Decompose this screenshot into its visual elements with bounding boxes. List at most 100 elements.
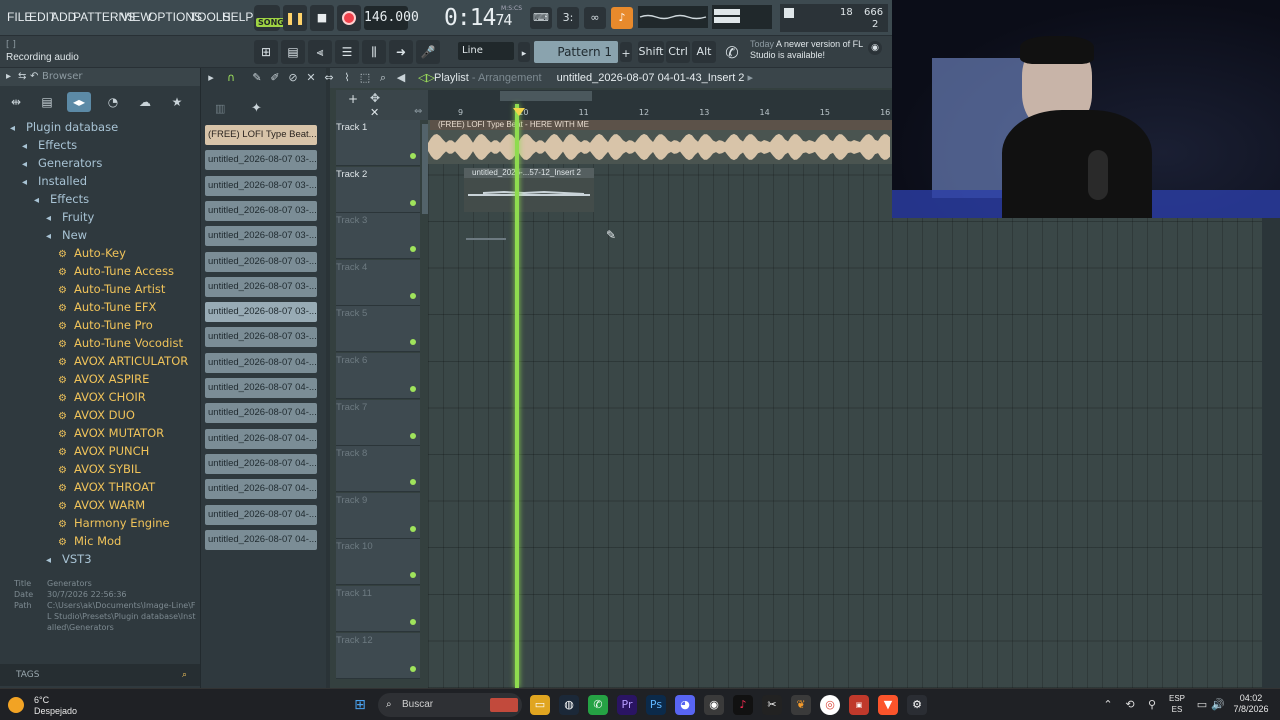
playlist-icon[interactable]: ☰ [335,40,359,64]
cpu-memory-panel[interactable]: 18 666 2 [780,4,888,32]
plugin-database-tab-icon[interactable]: ◂▸ [67,92,91,112]
small-clip-stub[interactable] [466,238,506,240]
clip-source-item[interactable]: untitled_2026-08-07 03-... [205,276,317,297]
clip-source-item[interactable]: untitled_2026-08-07 03-... [205,327,317,348]
clip-source-item[interactable]: untitled_2026-08-07 04-... [205,479,317,500]
clip-source-item[interactable]: untitled_2026-08-07 03-... [205,302,317,323]
tags-bar[interactable]: TAGS ⌕ [0,664,200,686]
vertical-scroll-thumb[interactable] [422,124,428,214]
favorites-icon[interactable]: ★ [165,92,189,112]
track-header[interactable]: Track 6 [336,353,420,399]
metronome-icon[interactable]: ♪ [611,7,633,29]
playhead-triangle-icon[interactable] [513,108,525,116]
menu-help[interactable]: HELP [222,10,253,26]
plugin-item[interactable]: ⚙ AVOX ASPIRE [58,370,149,388]
folder-item[interactable]: ◂ VST3 [46,550,92,568]
plugin-item[interactable]: ⚙ AVOX PUNCH [58,442,149,460]
horizontal-scroll-thumb[interactable] [500,91,592,101]
playback-tool-icon[interactable]: ◀ [394,71,408,85]
plugin-item[interactable]: ⚙ AVOX DUO [58,406,135,424]
plugin-item[interactable]: ⚙ Auto-Tune Pro [58,316,153,334]
track-header[interactable]: Track 10 [336,539,420,586]
folder-item[interactable]: ◂ New [46,226,87,244]
mixer-icon[interactable]: ⫼ [362,40,386,64]
file-explorer-icon[interactable]: ▭ [530,695,550,715]
clip-source-item[interactable]: untitled_2026-08-07 03-... [205,251,317,272]
song-mode-toggle[interactable]: SONG [254,5,286,31]
slice-tool-icon[interactable]: ⌇ [340,71,354,85]
pause-icon[interactable]: ❚❚ [283,5,307,31]
online-icon[interactable]: ◉ [868,41,882,55]
plugin-item[interactable]: ⚙ AVOX CHOIR [58,388,146,406]
track-mute-led-icon[interactable] [410,246,416,253]
add-track-icon[interactable]: + [348,92,358,106]
picker-icon-left[interactable]: ▥ [215,102,225,115]
clip-source-item[interactable]: untitled_2026-08-07 03-... [205,175,317,196]
clip-source-item[interactable]: untitled_2026-08-07 04-... [205,453,317,474]
track-mute-led-icon[interactable] [410,432,416,439]
track-mute-led-icon[interactable] [410,525,416,532]
paint-tool-icon[interactable]: ✐ [268,71,282,85]
plugin-item[interactable]: ⚙ Auto-Tune Vocodist [58,334,183,352]
plugin-item[interactable]: ⚙ Auto-Tune EFX [58,298,156,316]
clip-source-item[interactable]: untitled_2026-08-07 04-... [205,352,317,373]
show-hidden-icons-icon[interactable]: ⌃ [1098,695,1118,715]
news-panel[interactable]: Today A newer version of FL Studio is av… [750,39,866,65]
tiktok-icon[interactable]: ♪ [733,695,753,715]
arrow-icon[interactable]: ➜ [389,40,413,64]
track-header[interactable]: Track 2 [336,166,420,213]
video-editor-icon[interactable]: ▣ [849,695,869,715]
plugin-item[interactable]: ⚙ Auto-Tune Access [58,262,174,280]
folder-item[interactable]: ◂ Effects [22,136,77,154]
zoom-tool-icon[interactable]: ⌕ [376,71,390,85]
volume-icon[interactable]: 🔊 [1208,695,1228,715]
plugin-item[interactable]: ⚙ AVOX WARM [58,496,145,514]
obs-icon[interactable]: ◉ [704,695,724,715]
language-indicator[interactable]: ESP ES [1166,693,1188,715]
plugin-item[interactable]: ⚙ AVOX ARTICULATOR [58,352,188,370]
photoshop-icon[interactable]: Ps [646,695,666,715]
browser-menu-icon[interactable]: ▸ [6,68,11,86]
track-mute-led-icon[interactable] [410,619,416,625]
timeline-ruler[interactable]: 9 10 11 12 13 14 15 16 [428,102,892,120]
clip-source-item[interactable]: (FREE) LOFI Type Beat... [205,125,317,145]
record-icon[interactable] [337,5,361,31]
news-bubble-icon[interactable]: ✆ [720,41,744,63]
plugin-item[interactable]: ⚙ AVOX SYBIL [58,460,141,478]
collapse-icon[interactable]: ⇹ [4,92,28,112]
mute-tool-icon[interactable]: ✕ [304,71,318,85]
whatsapp-icon[interactable]: ✆ [588,695,608,715]
search-icon[interactable]: ⌕ [182,664,187,686]
add-pattern-icon[interactable]: + [620,42,632,62]
clip-source-item[interactable]: untitled_2026-08-07 04-... [205,428,317,449]
audio-clip-lofi-beat[interactable]: (FREE) LOFI Type Beat - HERE WITH ME [428,120,892,164]
playlist-play-icon[interactable]: ◁▷ [418,71,435,85]
folder-item[interactable]: ◂ Fruity [46,208,94,226]
playhead-marker[interactable] [515,104,519,688]
draw-tool-icon[interactable]: ✎ [250,71,264,85]
microphone-icon[interactable]: 🎤 [416,40,440,64]
pattern-prev-icon[interactable]: ▸ [518,42,530,62]
plugin-item[interactable]: ⚙ Mic Mod [58,532,121,550]
typing-keyboard-icon[interactable]: ⌨ [530,7,552,29]
windows-start-icon[interactable]: ⊞ [350,695,370,715]
track-header[interactable]: Track 7 [336,399,420,446]
browser-back-icon[interactable]: ⇆ [18,68,26,86]
folder-item[interactable]: ◂ Installed [22,172,87,190]
project-icon[interactable]: ◔ [101,92,125,112]
cloud-icon[interactable]: ☁ [133,92,157,112]
track-mute-led-icon[interactable] [410,479,416,486]
track-header[interactable]: Track 5 [336,306,420,353]
track-header[interactable]: Track 3 [336,213,420,260]
audio-clip-insert-2[interactable]: untitled_2026-...57-12_Insert 2 [464,168,594,212]
piano-roll-icon[interactable]: ⫷ [308,40,332,64]
clip-source-item[interactable]: untitled_2026-08-07 04-... [205,378,317,398]
brave-icon[interactable]: ▼ [878,695,898,715]
track-header[interactable]: Track 12 [336,632,420,679]
clip-source-item[interactable]: untitled_2026-08-07 04-... [205,529,317,550]
clip-source-item[interactable]: untitled_2026-08-07 03-... [205,200,317,221]
folder-item[interactable]: ◂ Effects [34,190,89,208]
shift-button[interactable]: Shift [638,41,664,63]
discord-icon[interactable]: ◕ [675,695,695,715]
sync-icon[interactable]: ⟲ [1120,695,1140,715]
